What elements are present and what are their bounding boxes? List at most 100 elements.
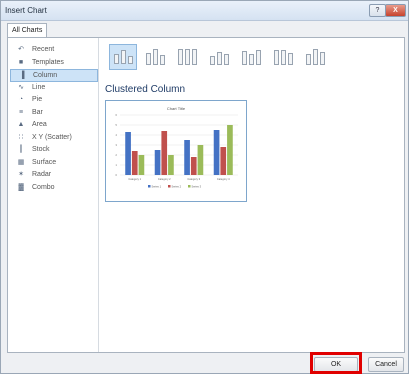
subtype-bar-glyph: [223, 54, 229, 65]
preview-category-label: Category 2: [158, 177, 171, 181]
subtype-bar-glyph: [216, 52, 222, 65]
sidebar-item-label: Combo: [32, 183, 55, 191]
subtype-bar-glyph: [319, 52, 325, 65]
subtype-3d-column-icon[interactable]: [301, 44, 329, 70]
pie-chart-icon: ◔: [18, 96, 24, 103]
sidebar-item-column[interactable]: ▐ Column: [10, 69, 98, 82]
surface-chart-icon: ▦: [17, 158, 25, 166]
subtype-bar-glyph: [305, 54, 311, 65]
preview-bar-3: [227, 125, 233, 175]
preview-category-label: Category 3: [187, 177, 200, 181]
preview-bar-1: [213, 130, 220, 175]
preview-bar-1: [154, 150, 161, 175]
insert-chart-dialog: Insert Chart ? X All Charts ↶ Recent ■ Temp…: [0, 0, 409, 374]
preview-legend-swatch: [188, 185, 191, 188]
preview-y-tick-label: 2: [115, 153, 117, 157]
preview-y-tick-label: 4: [115, 133, 117, 137]
chart-main-panel: Clustered Column Chart Title 0 1 2 3 4 5 6 Categ…: [99, 38, 404, 352]
tab-all-charts[interactable]: All Charts: [7, 23, 48, 38]
preview-bar-2: [131, 151, 138, 175]
sidebar-item-bar[interactable]: ≡ Bar: [10, 107, 96, 118]
preview-legend-label: Series 3: [192, 184, 202, 188]
window-title: Insert Chart: [5, 6, 47, 15]
preview-bar-2: [190, 157, 197, 175]
sidebar-item-radar[interactable]: ✶ Radar: [10, 169, 96, 180]
subtype-bar-glyph: [248, 54, 254, 65]
subtype-clustered-column-icon[interactable]: [109, 44, 137, 70]
area-chart-icon: ▲: [17, 121, 25, 128]
sidebar-item-x-y-scatter[interactable]: ∷ X Y (Scatter): [10, 132, 96, 143]
sidebar-item-surface[interactable]: ▦ Surface: [10, 157, 96, 168]
sidebar-item-templates[interactable]: ■ Templates: [10, 57, 96, 68]
sidebar-item-label: Radar: [32, 171, 52, 178]
preview-y-tick-label: 3: [115, 143, 117, 147]
preview-bar-2: [220, 147, 227, 175]
preview-category-label: Category 4: [217, 177, 230, 181]
close-button[interactable]: X: [385, 4, 406, 17]
subtype-bar-glyph: [312, 49, 318, 65]
subtype-bar-glyph: [113, 54, 119, 64]
combo-chart-icon: ▓: [18, 183, 24, 191]
tab-strip: All Charts: [7, 23, 403, 38]
subtype-3d-stacked-column-icon[interactable]: [237, 44, 265, 70]
chart-preview-graphic: Chart Title 0 1 2 3 4 5 6 Category 1 Category 2 Ca…: [115, 106, 238, 188]
ok-button-highlight: [310, 352, 362, 374]
scatter-chart-icon: ∷: [18, 133, 24, 141]
chart-preview[interactable]: Chart Title 0 1 2 3 4 5 6 Category 1 Category 2 Ca…: [105, 100, 247, 202]
preview-y-tick-label: 5: [115, 123, 117, 127]
subtype-bar-glyph: [241, 51, 247, 65]
sidebar-item-area[interactable]: ▲ Area: [10, 119, 96, 130]
sidebar-item-label: Stock: [32, 146, 50, 153]
cancel-button[interactable]: Cancel: [368, 357, 404, 372]
preview-chart-title: Chart Title: [167, 106, 186, 111]
preview-y-tick-label: 6: [115, 113, 117, 117]
subtype-bar-glyph: [120, 50, 126, 64]
preview-bar-1: [125, 132, 131, 175]
subtype-bar-glyph: [209, 56, 215, 65]
preview-bar-1: [184, 140, 190, 175]
sidebar-item-label: Area: [32, 121, 47, 128]
subtype-bar-glyph: [273, 50, 279, 65]
sidebar-item-line[interactable]: ∿ Line: [10, 82, 96, 93]
subtype-bar-glyph: [184, 49, 190, 65]
subtype-bar-glyph: [191, 49, 197, 65]
column-chart-icon: ▐: [19, 72, 25, 79]
preview-legend-label: Series 1: [152, 184, 162, 188]
subtype-bar-glyph: [145, 53, 151, 65]
chart-subtype-gallery: [105, 44, 395, 74]
sidebar-item-label: Templates: [32, 58, 64, 66]
preview-bar-3: [197, 145, 204, 175]
radar-chart-icon: ✶: [18, 171, 24, 178]
stock-chart-icon: ┃: [18, 146, 24, 153]
sidebar-item-pie[interactable]: ◔ Pie: [10, 94, 96, 105]
preview-legend-label: Series 2: [172, 184, 182, 188]
subtype-bar-glyph: [159, 55, 165, 65]
subtype-bar-glyph: [177, 49, 183, 65]
sidebar-item-stock[interactable]: ┃ Stock: [10, 144, 96, 155]
sidebar-item-label: Pie: [32, 96, 43, 103]
help-button[interactable]: ?: [369, 4, 386, 17]
subtype-bar-glyph: [152, 49, 158, 65]
preview-y-tick-label: 1: [115, 163, 117, 167]
sidebar-item-recent[interactable]: ↶ Recent: [10, 44, 96, 55]
preview-y-tick-label: 0: [115, 173, 117, 177]
sidebar-item-label: X Y (Scatter): [32, 133, 72, 141]
subtype-100-stacked-column-icon[interactable]: [173, 44, 201, 70]
preview-legend-swatch: [148, 185, 151, 188]
title-bar: Insert Chart ? X: [1, 1, 408, 21]
sidebar-item-combo[interactable]: ▓ Combo: [10, 182, 96, 193]
subtype-bar-glyph: [280, 50, 286, 65]
dialog-content: ↶ Recent ■ Templates ▐ Column ∿ Line ◔ Pie ≡ Bar ▲ Ar…: [7, 37, 405, 353]
subtype-3d-100-stacked-column-icon[interactable]: [269, 44, 297, 70]
subtype-stacked-column-icon[interactable]: [141, 44, 169, 70]
subtype-3d-clustered-column-icon[interactable]: [205, 44, 233, 70]
chart-type-list: ↶ Recent ■ Templates ▐ Column ∿ Line ◔ Pie ≡ Bar ▲ Ar…: [8, 38, 99, 352]
preview-legend-swatch: [168, 185, 171, 188]
sidebar-item-label: Recent: [32, 46, 55, 53]
chart-subtype-title: Clustered Column: [105, 84, 186, 95]
recent-icon: ↶: [18, 46, 24, 53]
preview-category-label: Category 1: [128, 177, 141, 181]
subtype-bar-glyph: [287, 53, 293, 65]
sidebar-item-label: Column: [33, 72, 58, 79]
sidebar-item-label: Bar: [32, 108, 43, 116]
